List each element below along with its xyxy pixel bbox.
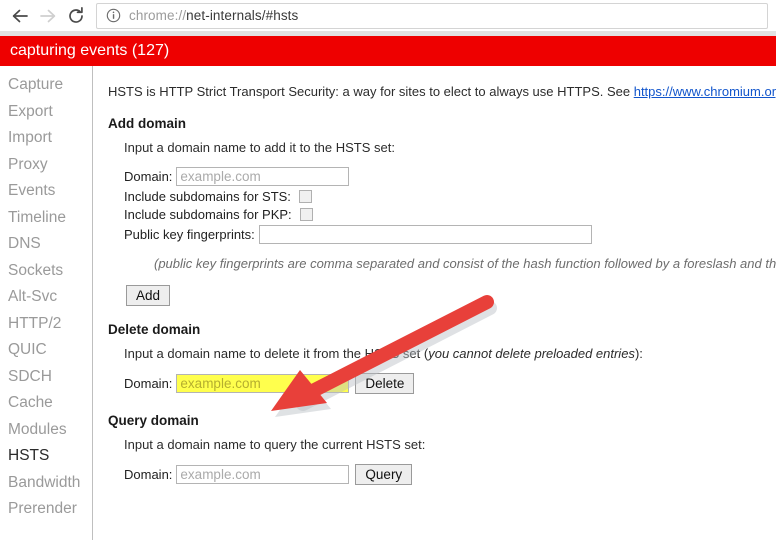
- hsts-intro-text: HSTS is HTTP Strict Transport Security: …: [108, 84, 776, 99]
- public-key-fingerprints-label: Public key fingerprints:: [124, 227, 255, 242]
- delete-domain-label: Domain:: [124, 376, 173, 391]
- info-circle-icon[interactable]: [105, 8, 121, 24]
- include-subdomains-pkp-checkbox[interactable]: [299, 208, 313, 221]
- sidebar-item-hsts[interactable]: HSTS: [0, 443, 92, 470]
- delete-desc-emphasis: you cannot delete preloaded entries: [428, 346, 635, 361]
- query-domain-input[interactable]: [176, 465, 350, 484]
- sidebar-item-dns[interactable]: DNS: [0, 231, 92, 258]
- add-domain-label: Domain:: [124, 169, 173, 184]
- forward-button[interactable]: [34, 2, 62, 30]
- query-domain-field-row: Domain: Query: [124, 464, 776, 485]
- sidebar: Capture Export Import Proxy Events Timel…: [0, 66, 93, 540]
- include-subdomains-sts-label: Include subdomains for STS:: [124, 189, 291, 204]
- include-subdomains-pkp-row: Include subdomains for PKP:: [124, 207, 776, 222]
- sidebar-item-events[interactable]: Events: [0, 178, 92, 205]
- intro-prefix: HSTS is HTTP Strict Transport Security: …: [108, 84, 634, 99]
- include-subdomains-sts-row: Include subdomains for STS:: [124, 189, 776, 204]
- hsts-content-pane: HSTS is HTTP Strict Transport Security: …: [94, 66, 776, 540]
- add-domain-section: Input a domain name to add it to the HST…: [124, 140, 776, 306]
- browser-toolbar: chrome://net-internals/#hsts: [0, 0, 776, 31]
- net-internals-page: Capture Export Import Proxy Events Timel…: [0, 66, 776, 540]
- capturing-events-banner: capturing events (127): [0, 36, 776, 66]
- sidebar-item-sdch[interactable]: SDCH: [0, 364, 92, 391]
- sidebar-item-export[interactable]: Export: [0, 99, 92, 126]
- add-domain-input[interactable]: [176, 167, 350, 186]
- url-path: net-internals/#hsts: [186, 8, 299, 23]
- spacer-delete-query: [108, 397, 776, 413]
- sidebar-item-proxy[interactable]: Proxy: [0, 152, 92, 179]
- include-subdomains-sts-checkbox[interactable]: [298, 190, 312, 203]
- add-button[interactable]: Add: [126, 285, 171, 306]
- sidebar-item-http2[interactable]: HTTP/2: [0, 311, 92, 338]
- sidebar-item-bandwidth[interactable]: Bandwidth: [0, 470, 92, 497]
- query-domain-heading: Query domain: [108, 413, 199, 428]
- delete-domain-field-row: Domain: Delete: [124, 373, 776, 394]
- sidebar-item-timeline[interactable]: Timeline: [0, 205, 92, 232]
- query-domain-section: Input a domain name to query the current…: [124, 437, 776, 485]
- sidebar-item-modules[interactable]: Modules: [0, 417, 92, 444]
- include-subdomains-pkp-label: Include subdomains for PKP:: [124, 207, 292, 222]
- sidebar-item-prerender[interactable]: Prerender: [0, 496, 92, 523]
- add-domain-field-row: Domain:: [124, 167, 776, 186]
- delete-desc-prefix: Input a domain name to delete it from th…: [124, 346, 429, 361]
- address-bar-url: chrome://net-internals/#hsts: [129, 8, 298, 23]
- delete-domain-description: Input a domain name to delete it from th…: [124, 346, 776, 361]
- sidebar-item-capture[interactable]: Capture: [0, 72, 92, 99]
- public-key-fingerprints-input[interactable]: [258, 225, 592, 244]
- delete-button[interactable]: Delete: [355, 373, 415, 394]
- add-domain-description: Input a domain name to add it to the HST…: [124, 140, 395, 155]
- query-domain-description: Input a domain name to query the current…: [124, 437, 426, 452]
- sidebar-item-cache[interactable]: Cache: [0, 390, 92, 417]
- delete-domain-heading: Delete domain: [108, 322, 201, 337]
- sidebar-item-quic[interactable]: QUIC: [0, 337, 92, 364]
- address-bar[interactable]: chrome://net-internals/#hsts: [96, 2, 768, 29]
- back-button[interactable]: [6, 2, 34, 30]
- add-domain-heading: Add domain: [108, 116, 186, 131]
- public-key-fingerprints-note: (public key fingerprints are comma separ…: [154, 256, 776, 271]
- sidebar-item-sockets[interactable]: Sockets: [0, 258, 92, 285]
- delete-domain-input[interactable]: [176, 374, 350, 393]
- public-key-fingerprints-row: Public key fingerprints:: [124, 225, 776, 244]
- chromium-hsts-link[interactable]: https://www.chromium.org/hsts: [634, 84, 776, 99]
- url-scheme: chrome://: [129, 8, 187, 23]
- query-domain-label: Domain:: [124, 467, 173, 482]
- sidebar-item-import[interactable]: Import: [0, 125, 92, 152]
- sidebar-item-alt-svc[interactable]: Alt-Svc: [0, 284, 92, 311]
- forward-arrow-icon: [38, 6, 58, 26]
- reload-button[interactable]: [62, 2, 90, 30]
- query-button[interactable]: Query: [355, 464, 413, 485]
- add-button-wrap: Add: [126, 285, 776, 306]
- capturing-events-label: capturing events (127): [10, 42, 170, 59]
- back-arrow-icon: [10, 6, 30, 26]
- reload-icon: [66, 6, 86, 26]
- delete-desc-suffix: ):: [634, 346, 643, 361]
- delete-domain-section: Input a domain name to delete it from th…: [124, 346, 776, 394]
